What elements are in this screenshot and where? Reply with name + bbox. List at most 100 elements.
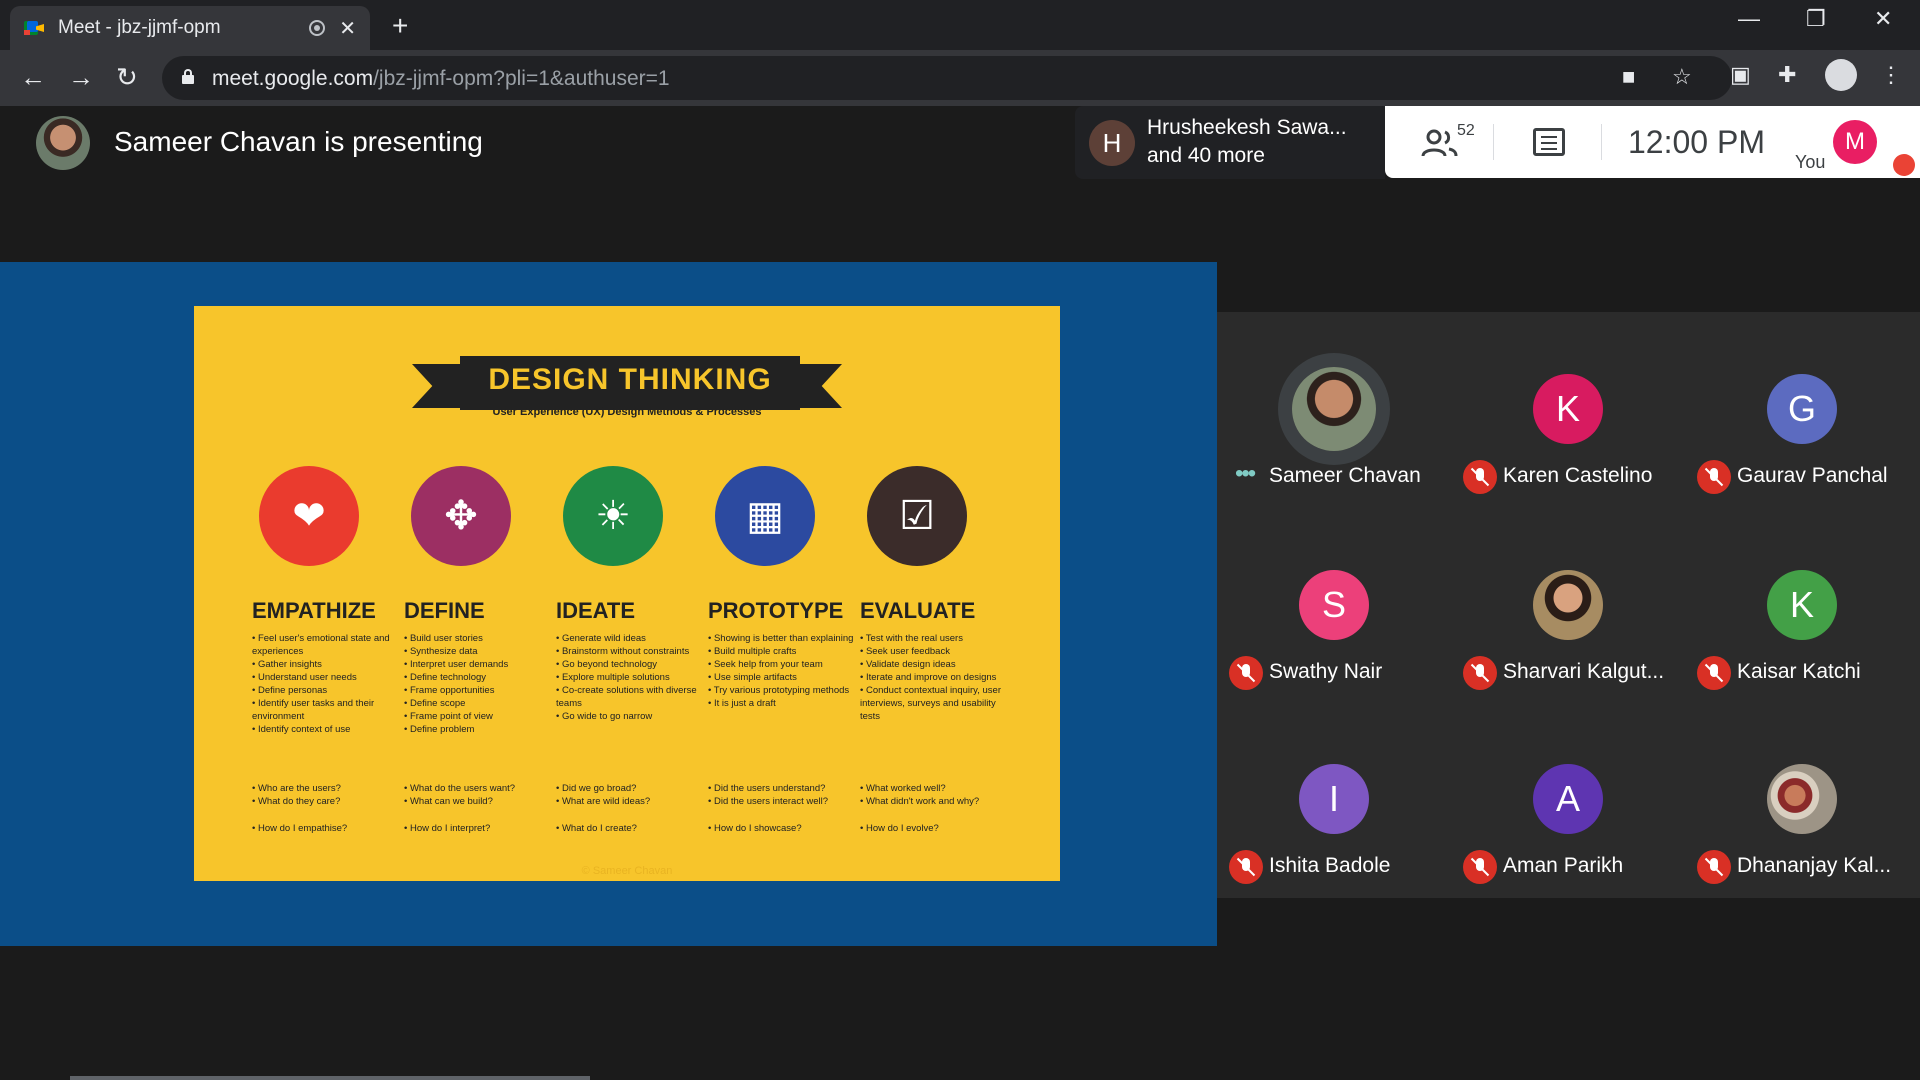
forward-icon[interactable]: → [68,62,94,93]
address-bar[interactable]: meet.google.com/jbz-jjmf-opm?pli=1&authu… [162,56,1732,100]
close-tab-icon[interactable]: ✕ [339,16,356,41]
self-avatar[interactable]: M [1833,120,1877,164]
participant-tile[interactable]: Sharvari Kalgut... [1451,508,1685,704]
slide-banner: DESIGN THINKING [460,356,800,410]
participant-tile[interactable]: S Swathy Nair [1217,508,1451,704]
divider [1493,124,1494,160]
avatar: S [1299,570,1369,640]
avatar [1767,764,1837,834]
stage-questions: What worked well?What didn't work and wh… [860,782,979,808]
participant-name: Ishita Badole [1269,854,1391,877]
restore-icon[interactable]: ❐ [1806,6,1826,32]
meeting-info-panel: 52 12:00 PM You M [1385,106,1920,178]
participant-name: Dhananjay Kal... [1737,854,1892,877]
participant-tile[interactable]: I Ishita Badole [1217,702,1451,898]
avatar: G [1767,374,1837,444]
camera-icon[interactable]: ■ [1622,64,1635,90]
mic-muted-icon [1463,460,1497,494]
stage-column-empathize: ❤ EMPATHIZE Feel user's emotional state … [252,466,402,736]
browser-toolbar: ← → ↻ meet.google.com/jbz-jjmf-opm?pli=1… [0,50,1920,106]
avatar: A [1533,764,1603,834]
presentation-stage: DESIGN THINKING User Experience (UX) Des… [0,262,1217,946]
participant-name: Swathy Nair [1269,660,1383,683]
new-tab-icon[interactable]: + [392,10,408,42]
stage-methods: Test with the real usersSeek user feedba… [860,632,1010,723]
participant-grid: ••• Sameer Chavan K Karen Castelino G Ga… [1217,312,1920,898]
wireframe-icon: ▦ [715,466,815,566]
avatar: K [1533,374,1603,444]
stage-methods: Feel user's emotional state and experien… [252,632,402,736]
stage-methods: Build user storiesSynthesize dataInterpr… [404,632,554,736]
stage-title: EMPATHIZE [252,598,376,623]
stage-key-question: • How do I empathise? [252,823,348,834]
close-window-icon[interactable]: ✕ [1874,6,1892,32]
browser-tab-bar: Meet - jbz-jjmf-opm ✕ + — ❐ ✕ [0,0,1920,50]
stage-questions: Did we go broad?What are wild ideas? [556,782,650,808]
minimize-icon[interactable]: — [1738,6,1760,32]
you-label: You [1795,152,1826,172]
self-muted-icon [1893,154,1915,176]
slide-copyright: © Sameer Chavan [581,865,673,877]
terminal-extension-icon[interactable]: ▣ [1730,62,1751,88]
back-icon[interactable]: ← [20,62,46,93]
tab-title: Meet - jbz-jjmf-opm [58,17,221,38]
participant-tile[interactable]: Dhananjay Kal... [1685,702,1919,898]
stage-column-prototype: ▦ PROTOTYPE Showing is better than expla… [708,466,858,710]
presenter-bar: Sameer Chavan is presenting [0,106,1080,181]
stage-column-evaluate: ☑ EVALUATE Test with the real usersSeek … [860,466,1010,723]
extensions-puzzle-icon[interactable]: ✚ [1778,62,1796,88]
stage-title: DEFINE [404,598,485,623]
divider [1601,124,1602,160]
browser-menu-icon[interactable]: ⋮ [1880,62,1902,88]
mic-muted-icon [1697,656,1731,690]
slide-title: DESIGN THINKING [488,363,772,396]
stage-key-question: • How do I evolve? [860,823,939,834]
participant-name: Sharvari Kalgut... [1503,660,1665,683]
design-thinking-slide: DESIGN THINKING User Experience (UX) Des… [194,306,1060,881]
stage-methods: Generate wild ideasBrainstorm without co… [556,632,706,723]
mic-muted-icon [1697,460,1731,494]
other-participants-pill[interactable]: H Hrusheekesh Sawa... and 40 more [1075,106,1385,179]
stage-methods: Showing is better than explainingBuild m… [708,632,858,710]
chat-icon[interactable] [1533,128,1565,156]
lock-icon[interactable] [182,69,194,84]
participant-tile[interactable]: G Gaurav Panchal [1685,312,1919,508]
browser-profile-avatar[interactable] [1825,59,1857,91]
slide-subtitle: User Experience (UX) Design Methods & Pr… [492,406,762,418]
mic-muted-icon [1697,850,1731,884]
avatar: H [1089,120,1135,166]
participant-name: Sameer Chavan [1269,464,1421,487]
heart-hands-icon: ❤ [259,466,359,566]
meet-favicon-icon [24,18,44,38]
stage-title: IDEATE [556,598,636,623]
meeting-clock: 12:00 PM [1628,124,1765,160]
people-icon[interactable] [1421,128,1461,158]
lightbulb-head-icon: ☀ [563,466,663,566]
presenting-label: Sameer Chavan is presenting [114,126,483,157]
others-more: and 40 more [1147,144,1265,167]
browser-tab[interactable]: Meet - jbz-jjmf-opm ✕ [10,6,370,50]
stage-column-ideate: ☀ IDEATE Generate wild ideasBrainstorm w… [556,466,706,723]
avatar [1533,570,1603,640]
mic-muted-icon [1463,656,1497,690]
participant-tile[interactable]: A Aman Parikh [1451,702,1685,898]
bookmark-star-icon[interactable]: ☆ [1672,64,1692,90]
presenter-avatar [36,116,90,170]
avatar: K [1767,570,1837,640]
participant-name: Aman Parikh [1503,854,1624,877]
stage-questions: What do the users want?What can we build… [404,782,515,808]
participant-name: Kaisar Katchi [1737,660,1861,683]
mic-muted-icon [1229,850,1263,884]
stage-key-question: • What do I create? [556,823,637,834]
speaking-indicator-icon: ••• [1235,460,1256,487]
reload-icon[interactable]: ↻ [116,62,138,93]
stage-title: PROTOTYPE [708,598,844,623]
participant-tile[interactable]: K Kaisar Katchi [1685,508,1919,704]
stage-column-define: ✥ DEFINE Build user storiesSynthesize da… [404,466,554,736]
horizontal-scrollbar[interactable] [70,1076,590,1080]
avatar [1292,367,1376,451]
participant-tile[interactable]: ••• Sameer Chavan [1217,312,1451,508]
participant-tile[interactable]: K Karen Castelino [1451,312,1685,508]
stage-key-question: • How do I interpret? [404,823,491,834]
stage-key-question: • How do I showcase? [708,823,802,834]
